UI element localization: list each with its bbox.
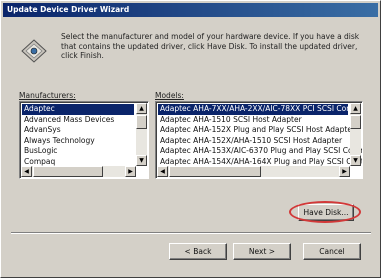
model-item[interactable]: Adaptec AHA-7XX/AHA-2XX/AIC-78XX PCI SCS… [158, 104, 362, 115]
model-item[interactable]: Adaptec AHA-153X/AIC-6370 Plug and Play … [158, 146, 362, 157]
manufacturer-item[interactable]: AdvanSys [22, 125, 134, 136]
scroll-right-icon[interactable]: ▶ [125, 166, 136, 177]
model-item[interactable]: Adaptec AHA-1510 SCSI Host Adapter [158, 115, 348, 126]
models-vertical-scrollbar[interactable]: ▲ ▼ [350, 103, 361, 166]
update-driver-dialog: Update Device Driver Wizard Select the m… [0, 0, 381, 278]
manufacturer-item[interactable]: Adaptec [22, 104, 134, 115]
manufacturer-item[interactable]: BusLogic [22, 146, 134, 157]
scroll-left-icon[interactable]: ◀ [21, 166, 32, 177]
scroll-up-icon[interactable]: ▲ [136, 103, 147, 114]
scroll-down-icon[interactable]: ▼ [350, 155, 361, 166]
models-label: Models: [155, 91, 184, 100]
scroll-down-icon[interactable]: ▼ [136, 155, 147, 166]
cancel-button[interactable]: Cancel [303, 243, 361, 260]
manufacturers-vertical-scrollbar[interactable]: ▲ ▼ [136, 103, 147, 166]
title-bar: Update Device Driver Wizard [3, 3, 378, 17]
manufacturers-label: Manufacturers: [19, 91, 76, 100]
manufacturer-item[interactable]: Advanced Mass Devices [22, 115, 134, 126]
manufacturers-list[interactable]: Adaptec Advanced Mass Devices AdvanSys Alwa… [19, 101, 149, 179]
models-horizontal-scrollbar[interactable]: ◀ ▶ [157, 166, 350, 177]
scroll-left-icon[interactable]: ◀ [157, 166, 168, 177]
instruction-text: Select the manufacturer and model of you… [61, 32, 360, 60]
scroll-thumb[interactable] [350, 115, 361, 129]
scroll-thumb[interactable] [33, 166, 103, 177]
scroll-up-icon[interactable]: ▲ [350, 103, 361, 114]
next-button[interactable]: Next > [233, 243, 291, 260]
window-title: Update Device Driver Wizard [7, 5, 130, 14]
scroll-right-icon[interactable]: ▶ [339, 166, 350, 177]
model-item[interactable]: Adaptec AHA-152X/AHA-1510 SCSI Host Adap… [158, 136, 348, 147]
model-item[interactable]: Adaptec AHA-152X Plug and Play SCSI Host… [158, 125, 355, 136]
manufacturer-item[interactable]: Always Technology [22, 136, 134, 147]
driver-disk-icon [21, 39, 47, 63]
models-list[interactable]: Adaptec AHA-7XX/AHA-2XX/AIC-78XX PCI SCS… [155, 101, 363, 179]
have-disk-button[interactable]: Have Disk... [298, 204, 354, 221]
scroll-thumb[interactable] [136, 115, 147, 129]
scroll-thumb[interactable] [169, 166, 261, 177]
manufacturers-horizontal-scrollbar[interactable]: ◀ ▶ [21, 166, 136, 177]
back-button[interactable]: < Back [169, 243, 227, 260]
button-separator [11, 232, 371, 234]
